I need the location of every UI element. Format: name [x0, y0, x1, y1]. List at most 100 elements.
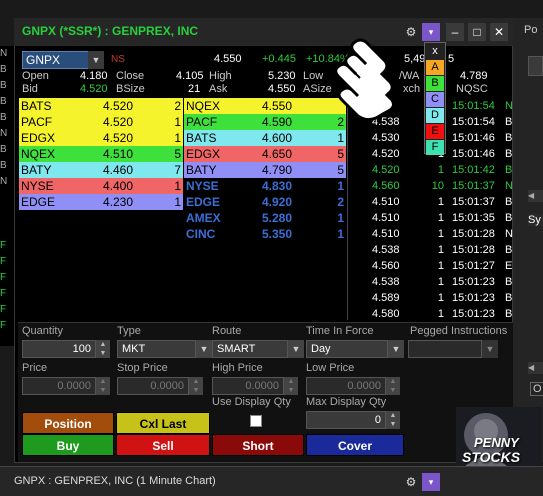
- trade-row: 4.510 1 15:01:28 N: [352, 226, 513, 242]
- minimize-icon[interactable]: –: [446, 23, 464, 41]
- type-label: Type: [117, 325, 141, 337]
- book-row[interactable]: BATY 4.790 5: [184, 162, 346, 178]
- link-color-option[interactable]: F: [426, 140, 444, 155]
- book-mm: BATY: [186, 163, 217, 177]
- trade-price: 4.510: [372, 196, 400, 208]
- close-icon[interactable]: ✕: [490, 23, 508, 41]
- order-type-select[interactable]: MKT: [117, 340, 196, 358]
- book-row[interactable]: AMEX 5.280 1: [184, 210, 346, 226]
- book-row[interactable]: EDGX 4.520 1: [19, 130, 183, 146]
- use-display-qty-checkbox[interactable]: [250, 415, 262, 427]
- scroll-left-icon[interactable]: ◀: [528, 190, 543, 202]
- close-link-icon[interactable]: x: [426, 44, 444, 59]
- book-row[interactable]: NQEX 4.550: [184, 98, 346, 114]
- chevron-down-icon[interactable]: ▼: [196, 340, 212, 358]
- chevron-down-icon[interactable]: ▼: [482, 340, 498, 358]
- price-input[interactable]: 0.0000: [22, 377, 96, 395]
- link-group-button-2[interactable]: ▾: [422, 473, 440, 491]
- chevron-down-icon[interactable]: ▼: [388, 340, 404, 358]
- max-display-stepper[interactable]: ▲ ▼: [386, 411, 400, 429]
- left-strip-item: [0, 206, 14, 222]
- trade-time: 15:01:54: [452, 116, 495, 128]
- chevron-down-icon[interactable]: ▼: [288, 340, 304, 358]
- link-group-button[interactable]: ▾: [422, 23, 440, 41]
- bid-value: 4.520: [80, 83, 108, 95]
- book-row[interactable]: EDGE 4.230 1: [19, 194, 183, 210]
- gear-icon[interactable]: ⚙: [402, 473, 420, 491]
- book-row[interactable]: BATS 4.600 1: [184, 130, 346, 146]
- chart-window-title: GNPX : GENPREX, INC (1 Minute Chart): [14, 475, 216, 487]
- price-stepper[interactable]: ▲ ▼: [96, 377, 110, 395]
- penny-line2: STOCKS: [462, 449, 521, 465]
- stop-price-input[interactable]: 0.0000: [117, 377, 189, 395]
- stop-price-stepper[interactable]: ▲ ▼: [189, 377, 203, 395]
- tif-select[interactable]: Day: [306, 340, 388, 358]
- book-mm: BATS: [186, 131, 217, 145]
- link-color-dropdown[interactable]: xABCDEF: [424, 42, 446, 155]
- book-row[interactable]: CINC 5.350 1: [184, 226, 346, 242]
- trade-row: 4.510 1 15:01:35 B: [352, 210, 512, 226]
- quantity-stepper[interactable]: ▲ ▼: [96, 340, 110, 358]
- right-panel-title: Po: [524, 24, 538, 36]
- book-row[interactable]: NQEX 4.510 5: [19, 146, 183, 162]
- left-strip-item: N: [0, 176, 8, 187]
- maximize-icon[interactable]: □: [468, 23, 486, 41]
- short-button[interactable]: Short: [212, 434, 304, 456]
- route-label: Route: [212, 325, 242, 337]
- high-label: High: [209, 70, 232, 82]
- right-partial-panel: [513, 18, 543, 463]
- high-price-stepper[interactable]: ▲ ▼: [284, 377, 298, 395]
- link-color-option[interactable]: A: [426, 60, 444, 75]
- book-row[interactable]: EDGE 4.920 2: [184, 194, 346, 210]
- position-button[interactable]: Position: [22, 412, 114, 434]
- trade-size: 1: [437, 196, 444, 208]
- book-row[interactable]: PACF 4.520 1: [19, 114, 183, 130]
- link-color-option[interactable]: E: [426, 124, 444, 139]
- link-color-option[interactable]: C: [426, 92, 444, 107]
- book-size: 1: [174, 179, 181, 193]
- left-strip-item: [0, 190, 14, 206]
- book-mm: PACF: [186, 115, 218, 129]
- low-price-input[interactable]: 0.0000: [306, 377, 386, 395]
- book-price: 4.920: [262, 195, 293, 209]
- trade-time: 15:01:37: [452, 180, 495, 192]
- high-price-input[interactable]: 0.0000: [212, 377, 284, 395]
- symbol-dropdown-icon[interactable]: ▼: [88, 51, 104, 69]
- trade-ex: B: [505, 276, 513, 288]
- book-row[interactable]: NYSE 4.400 1: [19, 178, 183, 194]
- gear-icon[interactable]: ⚙: [402, 23, 420, 41]
- link-color-option[interactable]: D: [426, 108, 444, 123]
- scroll-left-icon-2[interactable]: ◀: [528, 362, 543, 374]
- link-color-option[interactable]: B: [426, 76, 444, 91]
- book-size: 1: [174, 115, 181, 129]
- book-row[interactable]: NYSE 4.830 1: [184, 178, 346, 194]
- max-display-input[interactable]: 0: [306, 411, 386, 429]
- book-row[interactable]: EDGX 4.650 5: [184, 146, 346, 162]
- book-price: 4.520: [103, 99, 134, 113]
- book-price: 5.350: [262, 227, 293, 241]
- book-row[interactable]: BATS 4.520 2: [19, 98, 183, 114]
- book-divider: [347, 98, 348, 320]
- book-row[interactable]: PACF 4.590 2: [184, 114, 346, 130]
- penny-line1: PENNY: [474, 435, 519, 450]
- right-panel-o-button[interactable]: O: [530, 382, 543, 396]
- sell-button[interactable]: Sell: [116, 434, 210, 456]
- book-row[interactable]: BATY 4.460 7: [19, 162, 183, 178]
- trade-ex: N: [505, 100, 513, 112]
- high-value: 5.230: [268, 70, 296, 82]
- nqsc-label: NQSC: [456, 83, 488, 95]
- trade-row: 4.560 10 15:01:37 N: [352, 178, 513, 194]
- trade-size: 1: [437, 276, 444, 288]
- bid-label: Bid: [22, 83, 38, 95]
- book-mm: NQEX: [21, 147, 56, 161]
- pegged-select[interactable]: [408, 340, 482, 358]
- right-panel-input[interactable]: [528, 56, 543, 76]
- book-size: 5: [174, 147, 181, 161]
- close-label: Close: [116, 70, 145, 82]
- route-select[interactable]: SMART: [212, 340, 288, 358]
- quantity-input[interactable]: 100: [22, 340, 96, 358]
- cover-button[interactable]: Cover: [306, 434, 404, 456]
- buy-button[interactable]: Buy: [22, 434, 114, 456]
- low-price-stepper[interactable]: ▲ ▼: [386, 377, 400, 395]
- cxl-last-button[interactable]: Cxl Last: [116, 412, 210, 434]
